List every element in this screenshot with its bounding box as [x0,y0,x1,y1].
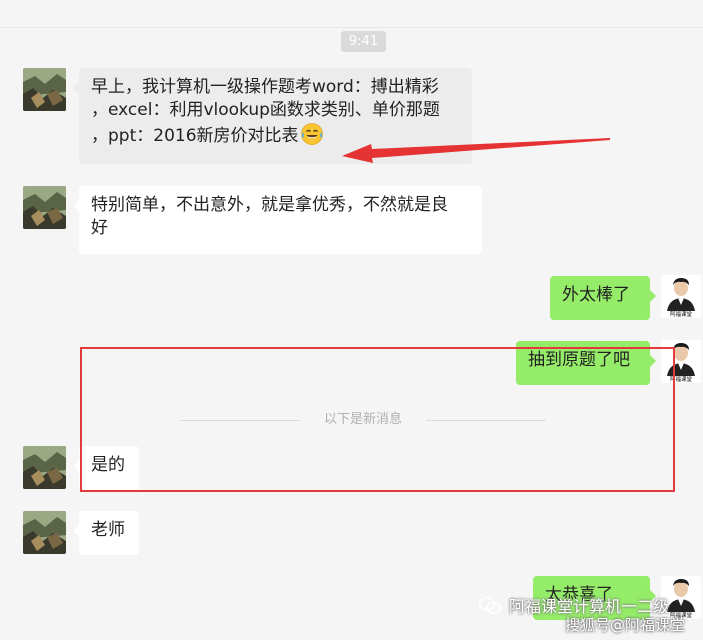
contact-avatar[interactable] [23,68,66,111]
avatar-photo-icon [23,68,66,111]
message-bubble[interactable]: 外太棒了 [550,276,656,320]
top-divider-line [0,27,703,28]
message-text: 外太棒了 [562,285,630,305]
highlight-box [80,347,675,492]
avatar-caption: 阿福课堂 [670,310,693,318]
wechat-icon [479,597,501,614]
avatar-photo-icon [23,446,66,489]
message-text: ，excel：利用vlookup函数求类别、单价那题 [91,100,440,120]
message-text: 老师 [91,520,125,540]
message-text: ，ppt：2016新房价对比表 [91,126,299,146]
watermark-line2: 搜狐号@阿福课堂 [565,616,686,634]
message-bubble[interactable]: 特别简单，不出意外，就是拿优秀，不然就是良 好 [73,186,482,254]
avatar-person-icon: 阿福课堂 [661,275,701,318]
self-avatar[interactable]: 阿福课堂 [661,275,701,318]
avatar-photo-icon [23,511,66,554]
avatar-photo-icon [23,186,66,229]
tears-of-joy-emoji-icon [300,123,323,145]
contact-avatar[interactable] [23,446,66,489]
contact-avatar[interactable] [23,511,66,554]
message-text: 特别简单，不出意外，就是拿优秀，不然就是良 [91,195,448,215]
message-text: 好 [91,218,108,238]
message-text: 早上，我计算机一级操作题考word：搏出精彩 [91,77,439,97]
contact-avatar[interactable] [23,186,66,229]
watermark: 阿福课堂计算机一二级 [479,597,669,617]
timestamp: 9:41 [341,31,386,52]
message-bubble[interactable]: 早上，我计算机一级操作题考word：搏出精彩 ，excel：利用vlookup函… [73,68,472,164]
message-bubble[interactable]: 老师 [73,511,139,555]
watermark-line1: 阿福课堂计算机一二级 [509,597,670,616]
